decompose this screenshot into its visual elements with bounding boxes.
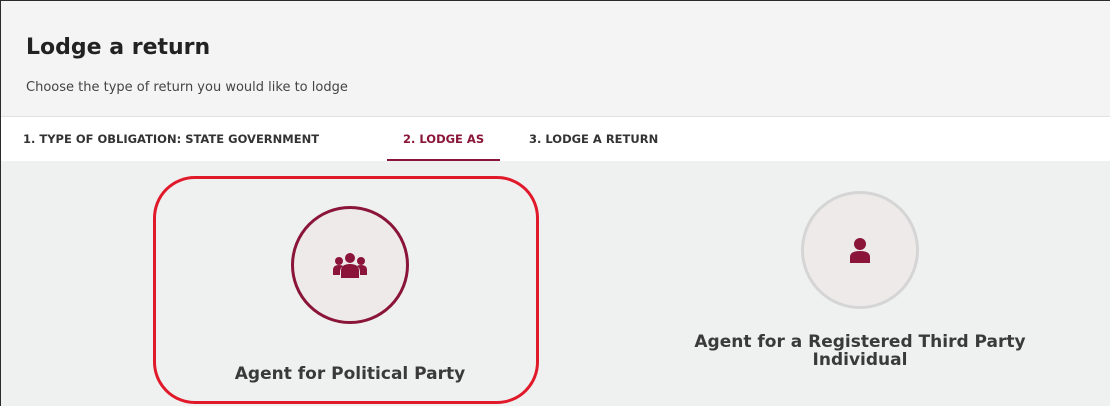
page-title: Lodge a return [26,35,211,60]
tab-lodge-as[interactable]: 2. LODGE AS [387,117,501,161]
option-label: Agent for Political Party [234,364,466,384]
page-header: Lodge a return Choose the type of return… [1,1,1110,117]
option-agent-political-party[interactable]: Agent for Political Party [171,181,531,401]
option-icon-circle [291,206,409,324]
tab-lodge-a-return[interactable]: 3. LODGE A RETURN [529,117,658,161]
option-label-line-2: Individual [812,350,908,370]
option-agent-third-party-individual[interactable]: Agent for a Registered Third Party Indiv… [641,181,1081,401]
option-icon-circle [801,191,919,309]
tab-type-of-obligation[interactable]: 1. TYPE OF OBLIGATION: STATE GOVERNMENT [23,117,319,161]
lodge-as-options: Agent for Political Party Agent for a Re… [1,161,1110,406]
page-frame: Lodge a return Choose the type of return… [0,0,1110,406]
step-tabs: 1. TYPE OF OBLIGATION: STATE GOVERNMENT … [1,117,1110,162]
page-subtitle: Choose the type of return you would like… [26,80,348,95]
option-label-line-1: Agent for a Registered Third Party [694,332,1026,352]
